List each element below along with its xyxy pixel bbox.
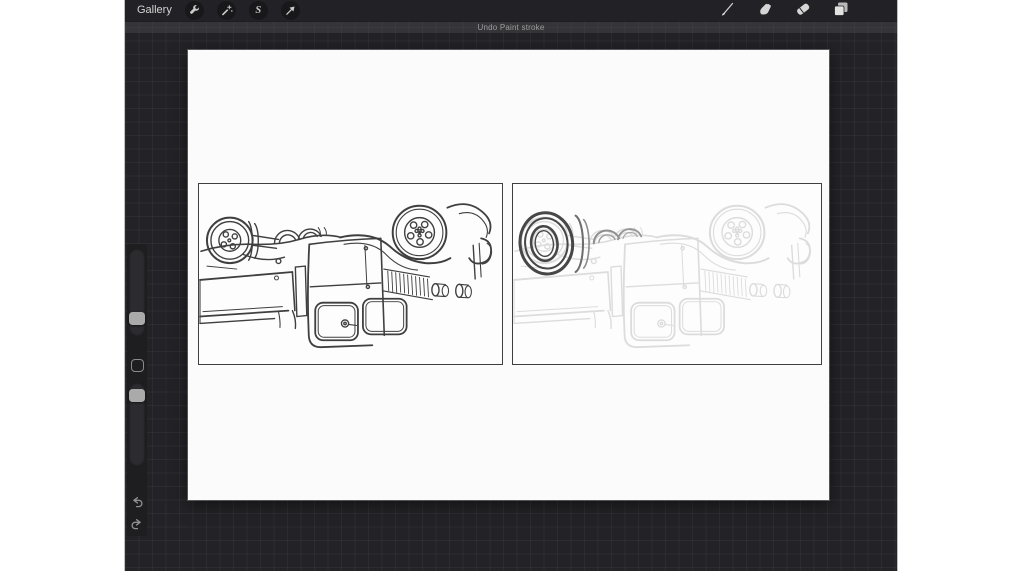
sketch-panel-inked[interactable] [198, 183, 503, 365]
toolbar-left-group: Gallery S [125, 0, 300, 21]
upside-down-truck-ink-sketch [199, 184, 502, 364]
redo-arrow-icon [130, 518, 144, 534]
color-swatch[interactable] [871, 0, 892, 21]
smudge-finger-icon [757, 1, 773, 20]
erase-tool-button[interactable] [795, 1, 811, 20]
brush-sidebar [127, 244, 147, 536]
drawing-canvas[interactable] [188, 50, 829, 500]
transform-button[interactable] [280, 1, 300, 20]
transform-arrow-icon [284, 4, 297, 17]
layers-icon [833, 1, 849, 20]
dark-inked-wheel-overlay [518, 211, 643, 276]
brush-size-slider-handle[interactable] [129, 312, 145, 325]
modify-button[interactable] [130, 359, 144, 372]
adjustments-button[interactable] [216, 1, 236, 20]
gallery-button[interactable]: Gallery [137, 0, 172, 21]
sketch-panel-faint[interactable] [512, 183, 822, 365]
redo-button[interactable] [128, 517, 146, 535]
procreate-app-window: Gallery S Undo Paint stroke [125, 0, 897, 571]
screenshot-page: Gallery S Undo Paint stroke [0, 0, 1024, 571]
actions-button[interactable] [184, 1, 204, 20]
undo-button[interactable] [128, 495, 146, 513]
selection-button[interactable]: S [248, 1, 268, 20]
undo-toast-message: Undo Paint stroke [477, 22, 545, 32]
selection-s-icon: S [255, 5, 262, 16]
smudge-tool-button[interactable] [757, 1, 773, 20]
toolbar-right-group [719, 0, 897, 21]
brush-opacity-slider-handle[interactable] [129, 389, 145, 402]
layers-button[interactable] [833, 1, 849, 20]
magic-wand-icon [220, 4, 233, 17]
undo-toast: Undo Paint stroke [125, 21, 897, 33]
undo-arrow-icon [130, 496, 144, 512]
eraser-icon [795, 1, 811, 20]
paintbrush-icon [719, 1, 735, 20]
wrench-icon [188, 4, 201, 17]
paint-tool-button[interactable] [719, 1, 735, 20]
top-toolbar: Gallery S [125, 0, 897, 21]
